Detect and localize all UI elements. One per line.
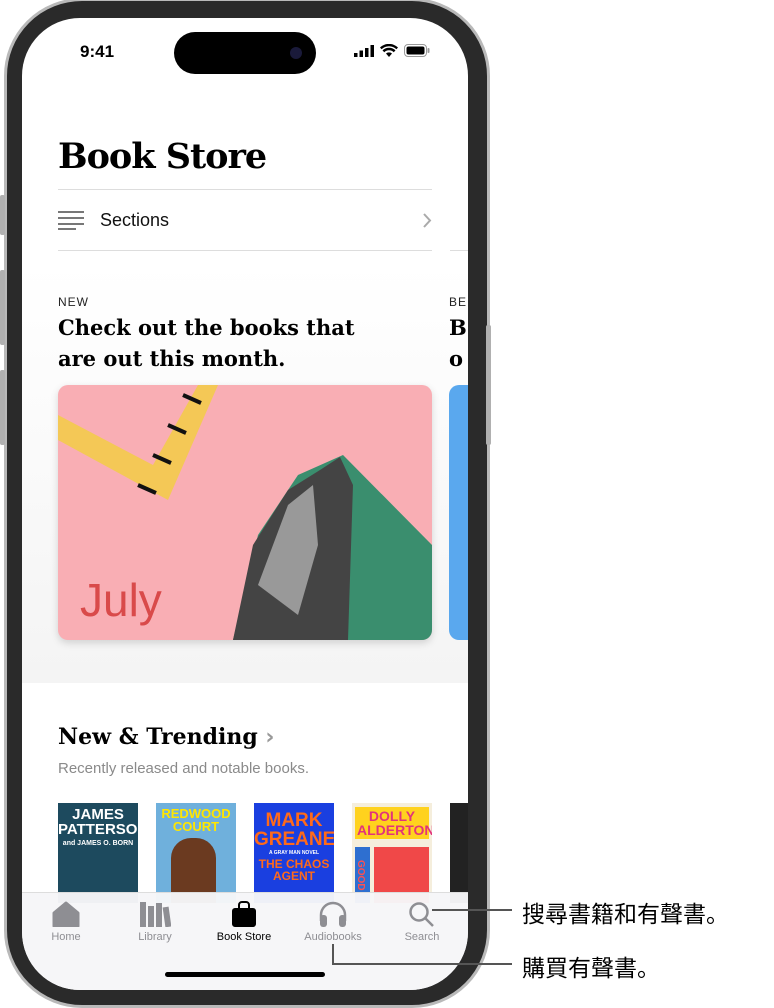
tab-label: Search	[404, 931, 440, 943]
next-card[interactable]	[449, 385, 468, 640]
section-subtitle: Recently released and notable books.	[58, 760, 310, 777]
tab-label: Library	[138, 931, 172, 943]
battery-icon	[404, 44, 430, 57]
callout-audiobooks: 購買有聲書。	[522, 956, 660, 982]
next-kicker: BE	[449, 295, 468, 309]
book-cover[interactable]: MARK GREANEY A GRAY MAN NOVEL THE CHAOS …	[254, 803, 334, 903]
tab-home[interactable]: Home	[26, 901, 106, 943]
card-text: July	[80, 574, 162, 626]
featured-kicker: NEW	[58, 295, 89, 309]
book-cover[interactable]: DOLLY ALDERTON GOOD	[352, 803, 432, 903]
camera-icon	[290, 47, 302, 59]
callout-search: 搜尋書籍和有聲書。	[522, 902, 729, 928]
featured-card[interactable]: July	[58, 385, 432, 640]
screen: 9:41 Book Store Sections NEW BE Check ou…	[22, 18, 468, 990]
book-title: REDWOOD COURT	[161, 806, 231, 834]
book-author: DOLLY ALDERTON	[355, 807, 432, 839]
tab-library[interactable]: Library	[115, 901, 195, 943]
volume-up-button	[0, 270, 5, 345]
book-coauthor: and JAMES O. BORN	[62, 840, 134, 847]
book-cover[interactable]: REDWOOD COURT	[156, 803, 236, 903]
book-author: JAMES PATTERSON	[58, 806, 138, 838]
tab-label: Book Store	[216, 931, 272, 943]
chevron-right-icon: ›	[265, 725, 275, 750]
headphones-icon	[319, 901, 347, 927]
books-icon	[140, 902, 171, 927]
page-title: Book Store	[58, 136, 267, 177]
book-author: MARK GREANEY	[254, 810, 334, 850]
house-icon	[52, 901, 80, 927]
tab-book-store[interactable]: Book Store	[204, 901, 284, 943]
divider	[58, 250, 432, 251]
sections-label: Sections	[100, 209, 170, 230]
status-icons	[354, 44, 430, 57]
section-title[interactable]: New & Trending ›	[58, 724, 274, 750]
tab-audiobooks[interactable]: Audiobooks	[293, 901, 373, 943]
callout-line	[432, 909, 512, 911]
magnifier-icon	[409, 902, 434, 927]
tab-label: Audiobooks	[304, 931, 362, 943]
status-time: 9:41	[80, 42, 115, 61]
book-series: A GRAY MAN NOVEL	[268, 850, 320, 856]
book-title: THE CHAOS AGENT	[258, 857, 330, 883]
side-button	[486, 325, 491, 445]
book-cover[interactable]	[450, 803, 468, 903]
section-title-text: New & Trending	[58, 724, 258, 750]
featured-headline: Check out the books that are out this mo…	[58, 315, 355, 371]
wifi-icon	[380, 44, 398, 57]
tab-label: Home	[51, 931, 81, 943]
callout-line	[332, 963, 512, 965]
callout-line	[332, 944, 334, 964]
sections-button[interactable]: Sections	[58, 190, 432, 250]
volume-down-button	[0, 370, 5, 445]
divider	[450, 250, 468, 251]
next-headline: B o	[449, 315, 467, 371]
list-icon	[58, 211, 84, 230]
dynamic-island	[174, 32, 316, 74]
tab-search[interactable]: Search	[382, 901, 462, 943]
book-cover[interactable]: JAMES PATTERSON and JAMES O. BORN	[58, 803, 138, 903]
signal-icon	[354, 44, 374, 57]
chevron-right-icon	[423, 212, 432, 228]
home-indicator	[165, 972, 325, 977]
shopping-bag-icon	[232, 901, 256, 927]
action-button	[0, 195, 5, 235]
